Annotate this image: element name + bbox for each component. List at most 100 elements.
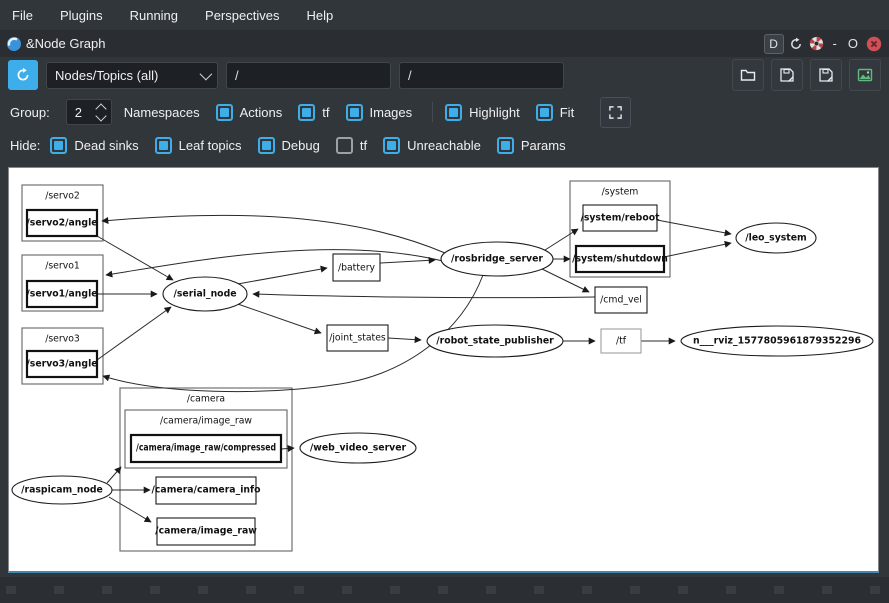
spin-down-icon[interactable] xyxy=(95,110,106,121)
checkbox-debug[interactable]: Debug xyxy=(258,137,320,154)
group-value: 2 xyxy=(67,105,97,120)
checkbox-tf-group[interactable]: tf xyxy=(298,104,329,121)
checkbox-dead-sinks[interactable]: Dead sinks xyxy=(50,137,138,154)
svg-text:/camera/image_raw/compressed: /camera/image_raw/compressed xyxy=(136,443,276,454)
edge-serial-to-battery xyxy=(232,268,327,285)
unreachable-checkbox[interactable] xyxy=(383,137,400,154)
leaf-topics-checkbox[interactable] xyxy=(155,137,172,154)
checkbox-unreachable[interactable]: Unreachable xyxy=(383,137,481,154)
open-dot-button[interactable] xyxy=(732,59,764,91)
image-icon xyxy=(857,67,873,83)
svg-text:/servo1/angle: /servo1/angle xyxy=(26,289,97,300)
toolbar-right-buttons xyxy=(732,59,881,91)
node-rosbridge-server: /rosbridge_server xyxy=(441,242,553,276)
edge-servo3-angle-to-serial xyxy=(97,307,171,360)
svg-text:/tf: /tf xyxy=(616,336,627,347)
highlight-checkbox[interactable] xyxy=(445,104,462,121)
menu-plugins[interactable]: Plugins xyxy=(60,8,103,23)
svg-text:/cmd_vel: /cmd_vel xyxy=(600,295,642,306)
node-leo-system: /leo_system xyxy=(736,223,816,253)
params-label: Params xyxy=(521,138,566,153)
topic-servo3-angle: /servo3/angle xyxy=(26,351,97,377)
checkbox-params[interactable]: Params xyxy=(497,137,566,154)
minimize-button[interactable]: - xyxy=(829,36,841,51)
node-rviz: n___rviz_1577805961879352296 xyxy=(681,326,873,356)
edge-raspicam-to-compressed xyxy=(107,467,121,483)
svg-text:/joint_states: /joint_states xyxy=(329,333,386,344)
resize-handle-texture xyxy=(6,586,883,594)
spinbox-arrows[interactable] xyxy=(97,105,111,120)
svg-text:/camera/image_raw: /camera/image_raw xyxy=(155,526,257,537)
close-icon[interactable] xyxy=(865,35,883,53)
checkbox-highlight[interactable]: Highlight xyxy=(445,104,520,121)
reload-icon[interactable] xyxy=(787,35,805,53)
menu-file[interactable]: File xyxy=(12,8,33,23)
highlight-label: Highlight xyxy=(469,105,520,120)
checkbox-actions[interactable]: Actions xyxy=(216,104,283,121)
tf-checkbox[interactable] xyxy=(298,104,315,121)
graph-type-value: Nodes/Topics (all) xyxy=(55,68,158,83)
svg-text:/raspicam_node: /raspicam_node xyxy=(21,485,103,496)
topic-camera-image-raw-compressed: /camera/image_raw/compressed xyxy=(131,435,281,462)
svg-text:n___rviz_1577805961879352296: n___rviz_1577805961879352296 xyxy=(693,336,861,347)
fit-checkbox[interactable] xyxy=(536,104,553,121)
save-image-button[interactable] xyxy=(849,59,881,91)
dock-toggle-button[interactable]: D xyxy=(764,34,784,54)
group-spinbox[interactable]: 2 xyxy=(66,99,112,125)
edge-reboot-to-leo xyxy=(657,220,731,234)
tf-label: tf xyxy=(322,105,329,120)
images-label: Images xyxy=(370,105,413,120)
svg-text:/servo3: /servo3 xyxy=(45,334,80,345)
topic-battery: /battery xyxy=(333,254,380,281)
save-svg-button[interactable] xyxy=(810,59,842,91)
topic-system-reboot: /system/reboot xyxy=(580,205,660,231)
refresh-button[interactable] xyxy=(8,60,38,90)
fit-in-view-button[interactable] xyxy=(600,97,631,128)
graph-type-combo[interactable]: Nodes/Topics (all) xyxy=(46,62,218,89)
edge-joint-states-to-rsp xyxy=(388,338,421,340)
node-filter-input[interactable] xyxy=(226,62,391,89)
hide-tf-label: tf xyxy=(360,138,367,153)
images-checkbox[interactable] xyxy=(346,104,363,121)
fit-label: Fit xyxy=(560,105,574,120)
lifebuoy-icon[interactable] xyxy=(808,35,826,53)
menu-help[interactable]: Help xyxy=(306,8,333,23)
graph-canvas[interactable]: /servo2 /servo1 /servo3 /system /camera … xyxy=(8,167,879,573)
unreachable-label: Unreachable xyxy=(407,138,481,153)
checkbox-fit[interactable]: Fit xyxy=(536,104,574,121)
dead-sinks-checkbox[interactable] xyxy=(50,137,67,154)
svg-text:/system: /system xyxy=(602,187,639,198)
save-dot-button[interactable] xyxy=(771,59,803,91)
dock-titlebar[interactable]: &Node Graph D - O xyxy=(0,30,889,57)
params-checkbox[interactable] xyxy=(497,137,514,154)
svg-text:/rosbridge_server: /rosbridge_server xyxy=(451,254,543,265)
node-raspicam-node: /raspicam_node xyxy=(12,476,112,504)
checkbox-images[interactable]: Images xyxy=(346,104,413,121)
checkbox-leaf-topics[interactable]: Leaf topics xyxy=(155,137,242,154)
svg-text:/camera/image_raw: /camera/image_raw xyxy=(160,416,252,427)
svg-text:/robot_state_publisher: /robot_state_publisher xyxy=(436,336,554,347)
status-strip xyxy=(0,577,889,603)
actions-checkbox[interactable] xyxy=(216,104,233,121)
svg-text:/serial_node: /serial_node xyxy=(173,289,236,300)
maximize-button[interactable]: O xyxy=(844,36,862,51)
svg-text:/servo2: /servo2 xyxy=(45,191,80,202)
topic-system-shutdown: /system/shutdown xyxy=(572,246,668,272)
edge-rosbridge-to-reboot xyxy=(545,229,578,250)
svg-text:/servo3/angle: /servo3/angle xyxy=(26,359,97,370)
menu-running[interactable]: Running xyxy=(130,8,178,23)
hide-options-row: Hide: Dead sinks Leaf topics Debug tf Un… xyxy=(0,130,889,160)
topic-filter-input[interactable] xyxy=(399,62,564,89)
dock-buttons: D - O xyxy=(764,34,883,54)
svg-text:/battery: /battery xyxy=(338,263,376,274)
menu-perspectives[interactable]: Perspectives xyxy=(205,8,279,23)
checkbox-hide-tf[interactable]: tf xyxy=(336,137,367,154)
leaf-topics-label: Leaf topics xyxy=(179,138,242,153)
rqt-logo-icon xyxy=(6,36,22,52)
hide-tf-checkbox[interactable] xyxy=(336,137,353,154)
edge-serial-to-joint-states xyxy=(235,303,321,333)
node-robot-state-publisher: /robot_state_publisher xyxy=(427,325,563,357)
debug-checkbox[interactable] xyxy=(258,137,275,154)
topic-cmd-vel: /cmd_vel xyxy=(595,287,647,313)
topic-camera-image-raw: /camera/image_raw xyxy=(155,518,257,545)
